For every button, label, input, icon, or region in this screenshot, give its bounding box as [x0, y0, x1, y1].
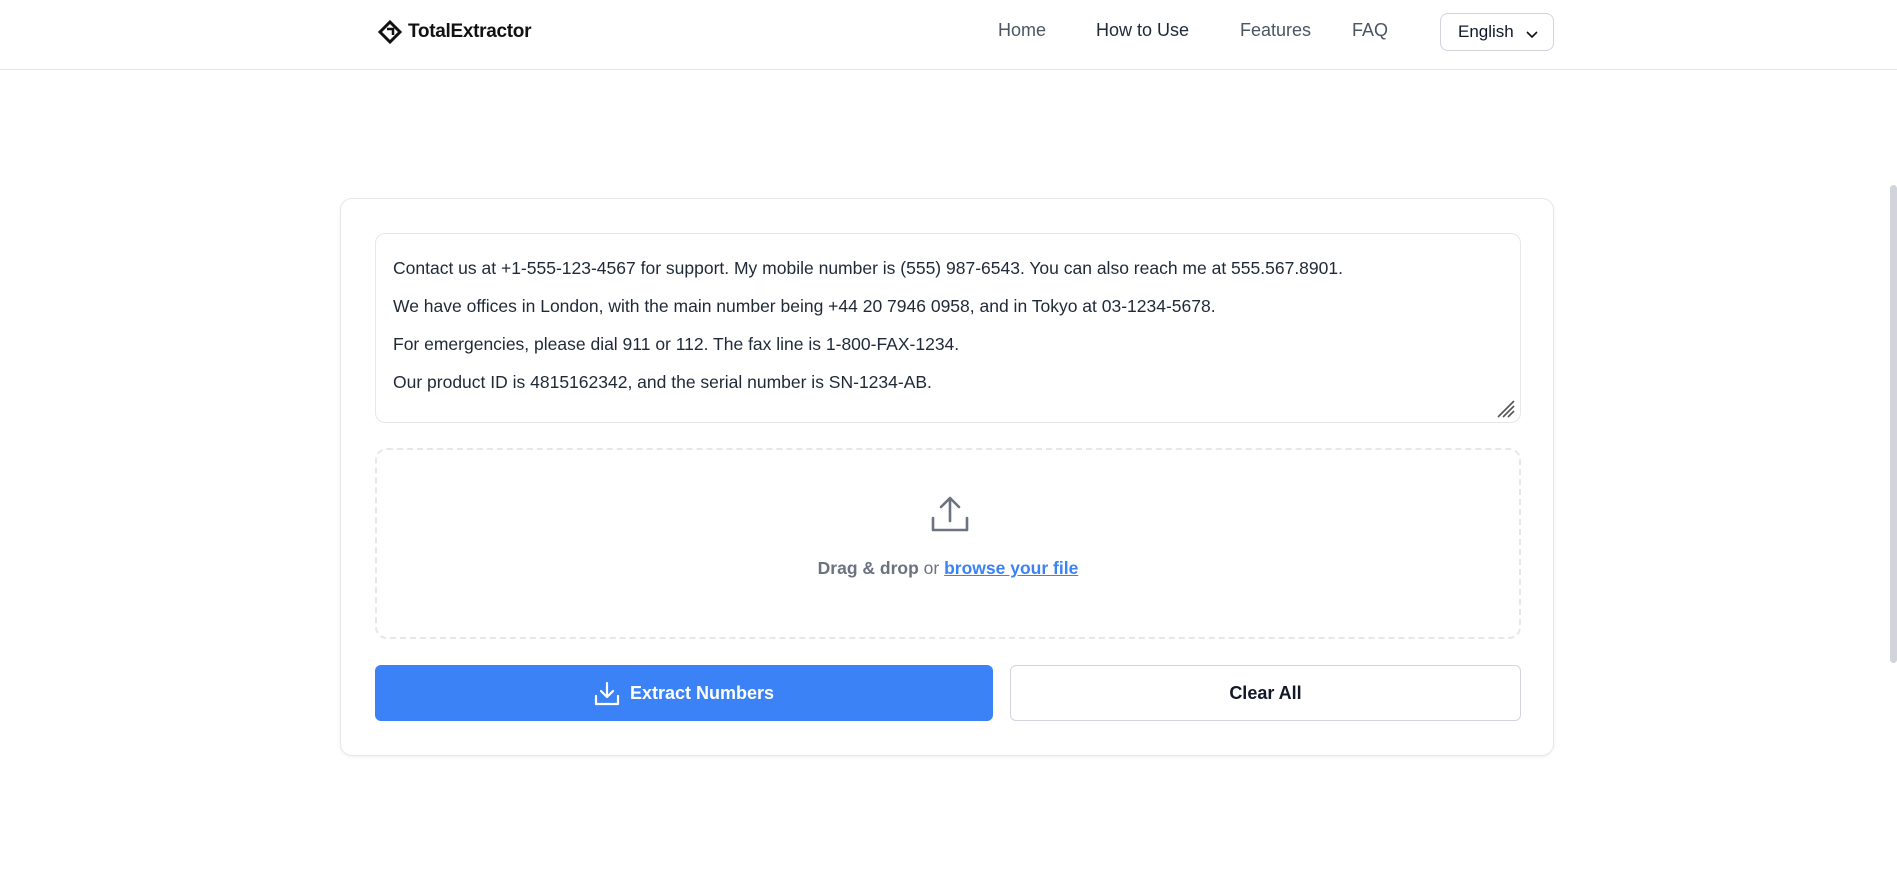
- file-dropzone[interactable]: Drag & drop or browse your file: [375, 448, 1521, 639]
- nav-how-to-use[interactable]: How to Use: [1096, 20, 1189, 41]
- chevron-down-icon: [1526, 31, 1538, 39]
- extract-numbers-label: Extract Numbers: [629, 682, 775, 703]
- language-select-value: English: [1458, 22, 1514, 41]
- page-scrollbar[interactable]: [1890, 185, 1897, 663]
- top-nav-bar: TotalExtractor Home How to Use Features …: [0, 0, 1897, 70]
- text-input-line: We have offices in London, with the main…: [393, 296, 1216, 316]
- download-icon: [594, 681, 620, 706]
- nav-features[interactable]: Features: [1240, 20, 1311, 41]
- browse-file-link[interactable]: browse your file: [944, 558, 1078, 578]
- upload-icon: [931, 496, 969, 532]
- clear-all-button[interactable]: Clear All: [1010, 665, 1521, 721]
- brand-logo[interactable]: TotalExtractor: [378, 19, 532, 45]
- extractor-card: Contact us at +1-555-123-4567 for suppor…: [340, 198, 1554, 756]
- drag-drop-label: Drag & drop: [817, 558, 919, 578]
- brand-name: TotalExtractor: [408, 21, 532, 42]
- dropzone-instructions: Drag & drop or browse your file: [377, 558, 1519, 579]
- language-select[interactable]: English: [1440, 13, 1554, 51]
- text-input-line: Contact us at +1-555-123-4567 for suppor…: [393, 258, 1343, 278]
- extract-numbers-button[interactable]: Extract Numbers: [375, 665, 993, 721]
- text-input-line: For emergencies, please dial 911 or 112.…: [393, 334, 960, 354]
- text-input-area[interactable]: Contact us at +1-555-123-4567 for suppor…: [375, 233, 1521, 423]
- text-input-line: Our product ID is 4815162342, and the se…: [393, 372, 932, 392]
- nav-home[interactable]: Home: [998, 20, 1046, 41]
- or-label: or: [923, 558, 940, 578]
- clear-all-label: Clear All: [1229, 682, 1302, 703]
- resize-handle-icon[interactable]: [1494, 397, 1516, 419]
- logo-mark-icon: [378, 20, 402, 44]
- nav-faq[interactable]: FAQ: [1352, 20, 1388, 41]
